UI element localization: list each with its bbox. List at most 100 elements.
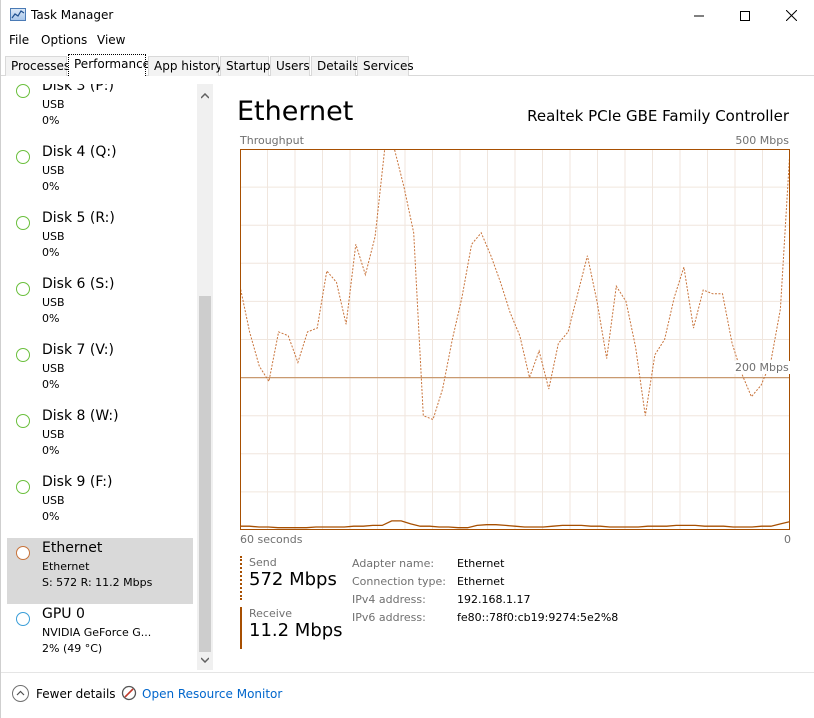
tab-services[interactable]: Services (357, 56, 414, 76)
sidebar-item-label: Ethernet (42, 540, 103, 556)
sidebar-item-value: 0% (42, 180, 60, 193)
footer-bar: Fewer details Open Resource Monitor (1, 672, 814, 718)
sidebar-item-label: Disk 6 (S:) (42, 276, 115, 292)
disk-3-status-icon (16, 84, 30, 98)
sidebar-item-value: 2% (49 °C) (42, 642, 103, 655)
sidebar-item-label: Disk 8 (W:) (42, 408, 119, 424)
sidebar-item-label: GPU 0 (42, 606, 85, 622)
menu-file[interactable]: File (9, 33, 29, 47)
disk-9-status-icon (16, 480, 30, 494)
receive-label: Receive (249, 607, 293, 620)
sidebar-item-value: 0% (42, 246, 60, 259)
sidebar-item-value: 0% (42, 312, 60, 325)
chevron-up-circle-icon[interactable] (12, 685, 29, 702)
sidebar-item-disk-9[interactable]: Disk 9 (F:) USB 0% (7, 472, 193, 538)
sidebar-item-value: 0% (42, 510, 60, 523)
connection-type-label: Connection type: (352, 575, 447, 588)
sidebar-item-sub: Ethernet (42, 560, 90, 573)
tab-startup[interactable]: Startup (220, 56, 271, 76)
menu-view[interactable]: View (97, 33, 125, 47)
window-title: Task Manager (31, 8, 114, 22)
connection-type-value: Ethernet (457, 575, 505, 588)
chevron-down-icon (201, 657, 209, 663)
adapter-name-heading: Realtek PCIe GBE Family Controller (527, 107, 789, 125)
sidebar-item-ethernet[interactable]: Ethernet Ethernet S: 572 R: 11.2 Mbps (7, 538, 193, 604)
tab-processes[interactable]: Processes (5, 56, 70, 76)
sidebar-scrollbar[interactable] (197, 84, 213, 670)
disk-4-status-icon (16, 150, 30, 164)
maximize-button[interactable] (722, 0, 768, 31)
maximize-icon (740, 10, 750, 21)
minimize-button[interactable] (676, 0, 722, 31)
disk-6-status-icon (16, 282, 30, 296)
scroll-thumb[interactable] (199, 296, 211, 652)
gpu-status-icon (16, 612, 30, 626)
scroll-up-button[interactable] (197, 88, 213, 104)
chevron-up-icon (201, 93, 209, 99)
sidebar-item-value: 0% (42, 444, 60, 457)
sidebar-item-sub: USB (42, 98, 65, 111)
page-title: Ethernet (237, 96, 354, 127)
performance-sidebar: Disk 3 (P:) USB 0% Disk 4 (Q:) USB 0% Di… (1, 84, 215, 670)
sidebar-item-sub: USB (42, 164, 65, 177)
throughput-label: Throughput (240, 134, 304, 147)
send-stat: Send 572 Mbps (240, 556, 340, 600)
task-manager-window: Task Manager File Options View Processes… (0, 0, 814, 718)
zero-label: 0 (784, 533, 791, 546)
sidebar-item-disk-4[interactable]: Disk 4 (Q:) USB 0% (7, 142, 193, 208)
receive-value: 11.2 Mbps (249, 620, 343, 641)
adapter-name-value: Ethernet (457, 557, 505, 570)
sidebar-item-sub: NVIDIA GeForce G... (42, 626, 152, 639)
sidebar-item-label: Disk 7 (V:) (42, 342, 114, 358)
ipv6-label: IPv6 address: (352, 611, 426, 624)
sidebar-item-sub: USB (42, 428, 65, 441)
tab-details[interactable]: Details (311, 56, 359, 76)
fewer-details-button[interactable]: Fewer details (36, 687, 116, 701)
sidebar-item-value: 0% (42, 378, 60, 391)
sidebar-item-value: S: 572 R: 11.2 Mbps (42, 576, 153, 589)
disk-5-status-icon (16, 216, 30, 230)
close-icon (785, 10, 797, 21)
title-bar[interactable]: Task Manager (1, 0, 814, 31)
mid-scale-label: 200 Mbps (733, 361, 791, 374)
menu-bar: File Options View (1, 31, 814, 51)
tab-app-history[interactable]: App history (148, 56, 223, 76)
tab-performance[interactable]: Performance (68, 54, 150, 76)
sidebar-item-disk-3[interactable]: Disk 3 (P:) USB 0% (7, 84, 193, 142)
tab-strip: Processes Performance App history Startu… (1, 54, 814, 76)
close-button[interactable] (768, 0, 814, 31)
sidebar-item-sub: USB (42, 230, 65, 243)
sidebar-item-value: 0% (42, 114, 60, 127)
sidebar-item-label: Disk 9 (F:) (42, 474, 113, 490)
send-label: Send (249, 556, 277, 569)
task-manager-app-icon (10, 8, 26, 21)
scroll-down-button[interactable] (197, 652, 213, 668)
sidebar-item-disk-8[interactable]: Disk 8 (W:) USB 0% (7, 406, 193, 472)
sidebar-item-label: Disk 3 (P:) (42, 84, 114, 94)
sidebar-item-label: Disk 5 (R:) (42, 210, 115, 226)
sidebar-item-disk-7[interactable]: Disk 7 (V:) USB 0% (7, 340, 193, 406)
send-value: 572 Mbps (249, 569, 337, 590)
sidebar-item-sub: USB (42, 296, 65, 309)
time-span-label: 60 seconds (240, 533, 303, 546)
disk-8-status-icon (16, 414, 30, 428)
ipv4-label: IPv4 address: (352, 593, 426, 606)
sidebar-item-label: Disk 4 (Q:) (42, 144, 117, 160)
max-scale-label: 500 Mbps (735, 134, 789, 147)
sidebar-item-disk-5[interactable]: Disk 5 (R:) USB 0% (7, 208, 193, 274)
disk-7-status-icon (16, 348, 30, 362)
sidebar-item-sub: USB (42, 362, 65, 375)
ipv6-value: fe80::78f0:cb19:9274:5e2%8 (457, 611, 619, 624)
ethernet-status-icon (16, 546, 30, 560)
adapter-name-label: Adapter name: (352, 557, 435, 570)
tab-users[interactable]: Users (270, 56, 310, 76)
open-resource-monitor-link[interactable]: Open Resource Monitor (142, 687, 282, 701)
minimize-icon (694, 15, 704, 16)
menu-options[interactable]: Options (41, 33, 87, 47)
sidebar-item-disk-6[interactable]: Disk 6 (S:) USB 0% (7, 274, 193, 340)
sidebar-item-sub: USB (42, 494, 65, 507)
throughput-chart (240, 149, 790, 530)
sidebar-item-gpu-0[interactable]: GPU 0 NVIDIA GeForce G... 2% (49 °C) (7, 604, 193, 670)
receive-stat: Receive 11.2 Mbps (240, 607, 350, 649)
ipv4-value: 192.168.1.17 (457, 593, 531, 606)
